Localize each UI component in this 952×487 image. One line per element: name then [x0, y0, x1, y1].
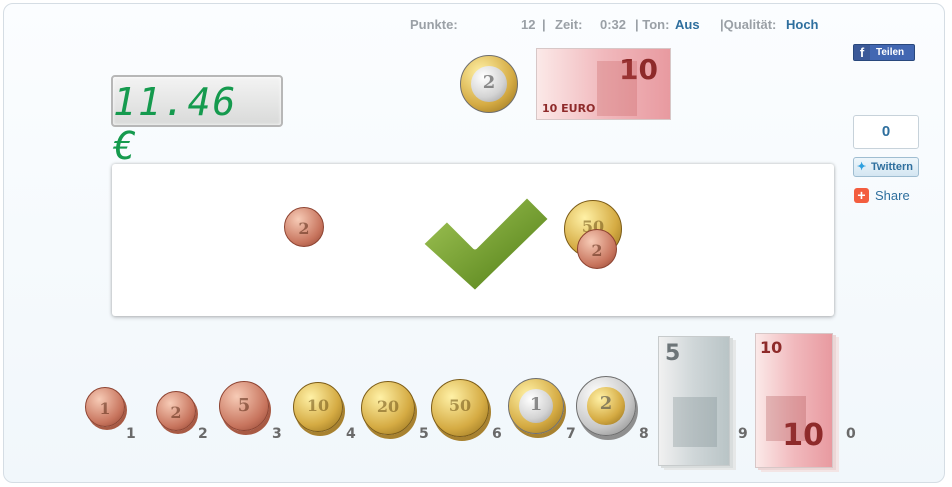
points-value: 12 — [521, 17, 536, 32]
tray-key-3: 3 — [272, 426, 282, 442]
sound-toggle[interactable]: Aus — [675, 17, 700, 32]
facebook-icon: f — [854, 45, 870, 60]
tray-key-0: 0 — [846, 426, 856, 442]
tray-key-8: 8 — [639, 426, 649, 442]
tray-key-2: 2 — [198, 426, 208, 442]
panel-coin-label: 2 — [298, 218, 310, 238]
tray-coin-label: 20 — [376, 396, 400, 416]
panel-coin-2-cent[interactable]: 2 — [284, 207, 324, 247]
tray-coin-label: 1 — [529, 394, 543, 416]
target-note-small-label: 10 EURO — [542, 102, 596, 115]
tray-coin-1-euro[interactable]: 1 — [508, 378, 564, 434]
checkmark-icon — [418, 192, 554, 296]
quality-label: |Qualität: — [720, 17, 777, 32]
tray-key-1: 1 — [126, 426, 136, 442]
tray-coin-2-cent[interactable]: 2 — [156, 391, 196, 431]
tray-coin-20-cent[interactable]: 20 — [361, 381, 415, 435]
tray-coin-label: 10 — [306, 396, 330, 416]
share-label: Share — [875, 188, 910, 203]
plus-icon: + — [854, 188, 869, 203]
tray-key-4: 4 — [346, 426, 356, 442]
quality-toggle[interactable]: Hoch — [786, 17, 819, 32]
amount-value: 11.46 € — [113, 80, 238, 168]
tray-coin-50-cent[interactable]: 50 — [431, 379, 489, 437]
points-label: Punkte: — [410, 17, 458, 32]
tray-coin-label: 1 — [99, 398, 111, 418]
facebook-share-button[interactable]: f Teilen — [853, 44, 915, 61]
panel-coin-label: 2 — [591, 240, 603, 260]
tray-coin-1-cent[interactable]: 1 — [85, 387, 125, 427]
payment-panel[interactable]: 2 50 2 — [112, 164, 834, 316]
time-label: Zeit: — [555, 17, 583, 32]
twitter-button[interactable]: ✦ Twittern — [853, 157, 919, 177]
tray-note-label: 5 — [665, 341, 681, 366]
target-note-10-euro: 10 10 EURO — [536, 48, 671, 120]
panel-coin-2-cent[interactable]: 2 — [577, 229, 617, 269]
tray-key-5: 5 — [419, 426, 429, 442]
target-coin-label: 2 — [482, 71, 496, 93]
time-value: 0:32 — [600, 17, 627, 32]
sound-label: | Ton: — [635, 17, 670, 32]
tray-coin-label: 5 — [237, 395, 251, 417]
tray-coin-label: 2 — [599, 393, 613, 415]
tray-coin-2-euro[interactable]: 2 — [576, 376, 636, 436]
status-bar: Punkte: 12 | Zeit: 0:32 | Ton: Aus |Qual… — [410, 17, 840, 33]
tray-coin-label: 2 — [170, 402, 182, 422]
tray-key-7: 7 — [566, 426, 576, 442]
facebook-share-label: Teilen — [876, 47, 905, 58]
tweet-count: 0 — [853, 115, 919, 149]
twitter-label: Twittern — [871, 161, 913, 173]
tray-key-9: 9 — [738, 426, 748, 442]
status-separator: | — [542, 17, 546, 32]
tray-note-5-euro[interactable]: 5 — [658, 336, 730, 466]
tray-note-label: 10 — [760, 338, 783, 357]
tray-coin-5-cent[interactable]: 5 — [219, 381, 269, 431]
tray-coin-label: 50 — [448, 395, 472, 415]
target-coin-2-euro: 2 — [460, 55, 518, 113]
tray-coin-10-cent[interactable]: 10 — [293, 382, 343, 432]
twitter-bird-icon: ✦ — [857, 161, 867, 173]
tray-key-6: 6 — [492, 426, 502, 442]
tray-note-10-euro[interactable]: 10 10 — [755, 333, 833, 468]
amount-display: 11.46 € — [111, 75, 283, 168]
